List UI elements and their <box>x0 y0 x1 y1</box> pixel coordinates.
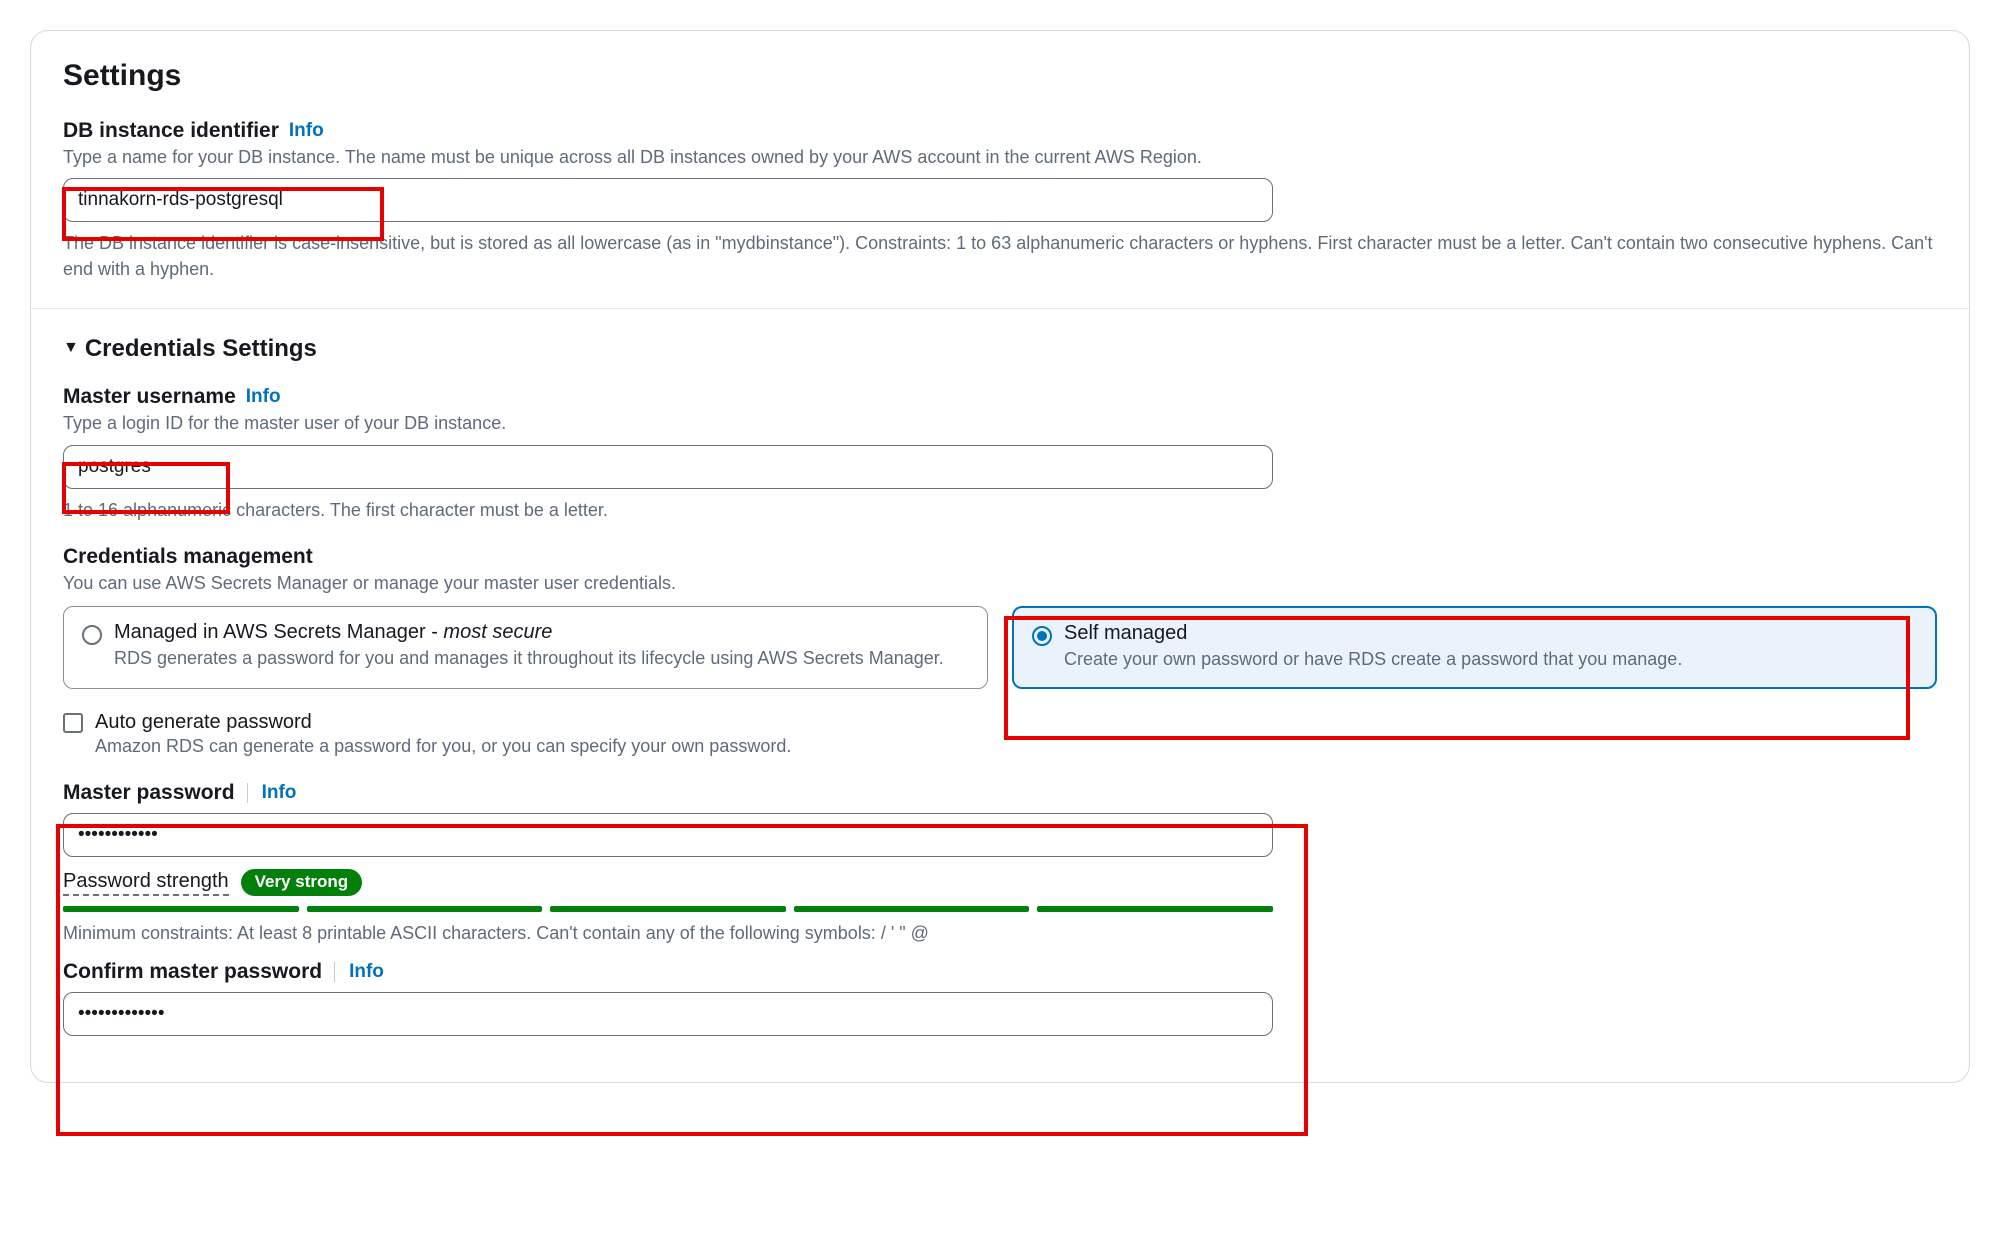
master-password-input[interactable] <box>63 813 1273 857</box>
db-identifier-input[interactable] <box>63 178 1273 222</box>
db-identifier-description: Type a name for your DB instance. The na… <box>63 145 1937 170</box>
master-username-field: Master username Info Type a login ID for… <box>63 385 1937 522</box>
confirm-password-field: Confirm master password Info <box>63 960 1937 1036</box>
credentials-management-field: Credentials management You can use AWS S… <box>63 545 1937 689</box>
caret-down-icon: ▼ <box>63 340 79 356</box>
strength-segment <box>550 906 786 912</box>
password-strength-meter <box>63 906 1273 912</box>
master-username-info-link[interactable]: Info <box>246 386 281 408</box>
credentials-management-label: Credentials management <box>63 545 1937 569</box>
vertical-divider-icon <box>247 783 248 803</box>
radio-icon <box>82 625 102 645</box>
master-password-field: Master password Info Password strength V… <box>63 781 1937 946</box>
auto-generate-desc: Amazon RDS can generate a password for y… <box>95 736 791 757</box>
master-username-input[interactable] <box>63 445 1273 489</box>
checkbox-icon <box>63 713 83 733</box>
vertical-divider-icon <box>334 962 335 982</box>
password-strength-badge: Very strong <box>241 869 363 896</box>
section-divider <box>31 308 1969 309</box>
settings-panel: Settings DB instance identifier Info Typ… <box>30 30 1970 1083</box>
option-title-italic: most secure <box>443 621 552 643</box>
db-identifier-label: DB instance identifier <box>63 119 279 143</box>
strength-segment <box>63 906 299 912</box>
db-identifier-info-link[interactable]: Info <box>289 120 324 142</box>
credentials-management-description: You can use AWS Secrets Manager or manag… <box>63 571 1937 596</box>
option-self-managed[interactable]: Self managed Create your own password or… <box>1012 606 1937 689</box>
master-password-constraints: Minimum constraints: At least 8 printabl… <box>63 920 1937 946</box>
strength-segment <box>1037 906 1273 912</box>
credentials-section-toggle[interactable]: ▼ Credentials Settings <box>63 335 1937 363</box>
credentials-section-title: Credentials Settings <box>85 335 317 363</box>
confirm-password-input[interactable] <box>63 992 1273 1036</box>
option-title-main: Self managed <box>1064 622 1187 644</box>
master-username-constraints: 1 to 16 alphanumeric characters. The fir… <box>63 497 1937 523</box>
auto-generate-label: Auto generate password <box>95 711 791 734</box>
settings-heading: Settings <box>63 59 1937 93</box>
strength-segment <box>307 906 543 912</box>
radio-icon <box>1032 626 1052 646</box>
master-username-label: Master username <box>63 385 236 409</box>
strength-segment <box>794 906 1030 912</box>
password-strength-label: Password strength <box>63 870 229 896</box>
option-desc: RDS generates a password for you and man… <box>114 646 944 670</box>
db-identifier-field: DB instance identifier Info Type a name … <box>63 119 1937 282</box>
confirm-password-info-link[interactable]: Info <box>349 961 384 983</box>
master-password-info-link[interactable]: Info <box>262 782 297 804</box>
auto-generate-checkbox-row[interactable]: Auto generate password Amazon RDS can ge… <box>63 711 1937 757</box>
option-title-main: Managed in AWS Secrets Manager - <box>114 621 443 643</box>
master-username-description: Type a login ID for the master user of y… <box>63 411 1937 436</box>
db-identifier-constraints: The DB instance identifier is case-insen… <box>63 230 1937 282</box>
option-desc: Create your own password or have RDS cre… <box>1064 647 1682 671</box>
confirm-password-label: Confirm master password <box>63 960 322 984</box>
option-managed-secrets-manager[interactable]: Managed in AWS Secrets Manager - most se… <box>63 606 988 689</box>
master-password-label: Master password <box>63 781 235 805</box>
